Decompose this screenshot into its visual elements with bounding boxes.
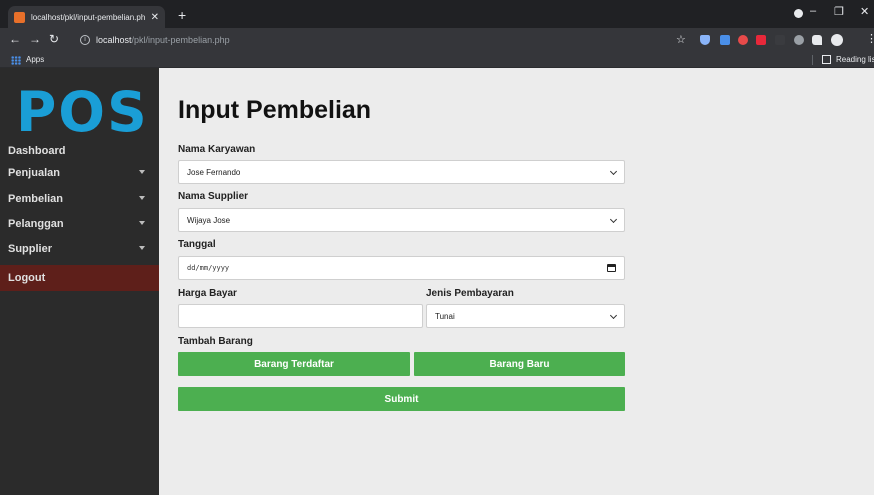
reload-icon[interactable]: ↻ [49,32,59,46]
extension-icon[interactable] [720,35,730,45]
address-bar[interactable]: i localhost /pkl/input-pembelian.php [80,31,680,49]
minimize-icon[interactable]: – [810,5,816,17]
logout-button[interactable]: Logout [0,265,159,291]
profile-status-icon[interactable] [794,9,803,18]
settings-extension-icon[interactable] [794,35,804,45]
sidebar: POS Dashboard Penjualan Pembelian Pelang… [0,68,159,495]
close-tab-icon[interactable]: ✕ [151,12,159,23]
tambah-barang-label: Tambah Barang [178,336,253,347]
jenis-pembayaran-value: Tunai [435,311,455,321]
tanggal-date-input[interactable]: dd/mm/yyyy [178,256,625,280]
sidebar-item-label: Pelanggan [8,218,64,230]
caret-down-icon [139,196,145,200]
sidebar-item-label: Dashboard [8,145,66,157]
site-favicon-icon [14,11,25,23]
browser-toolbar: ← → ↻ i localhost /pkl/input-pembelian.p… [0,28,874,52]
chevron-down-icon [609,311,618,320]
apps-grid-icon[interactable] [11,56,21,65]
bookmarks-divider [812,55,813,65]
karyawan-label: Nama Karyawan [178,144,256,155]
supplier-value: Wijaya Jose [187,215,231,225]
caret-down-icon [139,246,145,250]
apps-bookmark[interactable]: Apps [26,55,44,64]
sidebar-item-supplier[interactable]: Supplier [0,236,159,262]
profile-avatar-icon[interactable] [831,34,843,46]
page-title: Input Pembelian [178,96,372,124]
close-window-icon[interactable]: ✕ [860,5,869,18]
supplier-select[interactable]: Wijaya Jose [178,208,625,232]
reading-list-button[interactable]: Reading list [836,55,874,64]
sidebar-item-penjualan[interactable]: Penjualan [0,160,159,186]
tab-title: localhost/pkl/input-pembelian.ph [31,12,146,22]
bookmarks-bar: Apps Reading list [0,52,874,68]
sidebar-item-label: Supplier [8,243,53,255]
record-extension-icon[interactable] [738,35,748,45]
new-tab-icon[interactable]: + [178,7,186,23]
karyawan-select[interactable]: Jose Fernando [178,160,625,184]
browser-tab-bar: localhost/pkl/input-pembelian.ph ✕ + – ❐… [0,0,874,28]
browser-menu-icon[interactable]: ⋮ [866,32,874,45]
url-host: localhost [96,35,132,45]
jenis-pembayaran-label: Jenis Pembayaran [426,288,514,299]
harga-bayar-label: Harga Bayar [178,288,237,299]
supplier-label: Nama Supplier [178,191,249,202]
submit-button[interactable]: Submit [178,387,625,411]
barang-terdaftar-button[interactable]: Barang Terdaftar [178,352,410,376]
shield-extension-icon[interactable] [700,35,710,45]
bookmark-star-icon[interactable]: ☆ [676,33,686,46]
browser-tab[interactable]: localhost/pkl/input-pembelian.ph ✕ [8,6,165,28]
site-info-icon[interactable]: i [80,35,90,45]
caret-down-icon [139,221,145,225]
sidebar-item-pembelian[interactable]: Pembelian [0,186,159,212]
tanggal-label: Tanggal [178,239,216,250]
page-viewport: POS Dashboard Penjualan Pembelian Pelang… [0,68,874,495]
barang-baru-button[interactable]: Barang Baru [414,352,625,376]
sidebar-item-label: Pembelian [8,193,64,205]
caret-down-icon [139,170,145,174]
forward-icon[interactable]: → [29,32,41,46]
jenis-pembayaran-select[interactable]: Tunai [426,304,625,328]
disabled-extension-icon[interactable] [775,35,785,45]
harga-bayar-input[interactable] [178,304,423,328]
mail-extension-icon[interactable] [756,35,766,45]
chevron-down-icon [609,167,618,176]
calendar-icon[interactable] [607,264,616,272]
logout-label: Logout [8,272,46,284]
sidebar-item-pelanggan[interactable]: Pelanggan [0,211,159,237]
sidebar-item-label: Penjualan [8,167,60,179]
maximize-icon[interactable]: ❐ [834,5,844,18]
url-path: /pkl/input-pembelian.php [131,35,230,45]
back-icon[interactable]: ← [9,32,21,46]
reading-list-icon[interactable] [822,55,831,64]
chevron-down-icon [609,215,618,224]
karyawan-value: Jose Fernando [187,167,241,177]
puzzle-extensions-icon[interactable] [812,35,822,45]
date-placeholder: dd/mm/yyyy [187,264,230,272]
